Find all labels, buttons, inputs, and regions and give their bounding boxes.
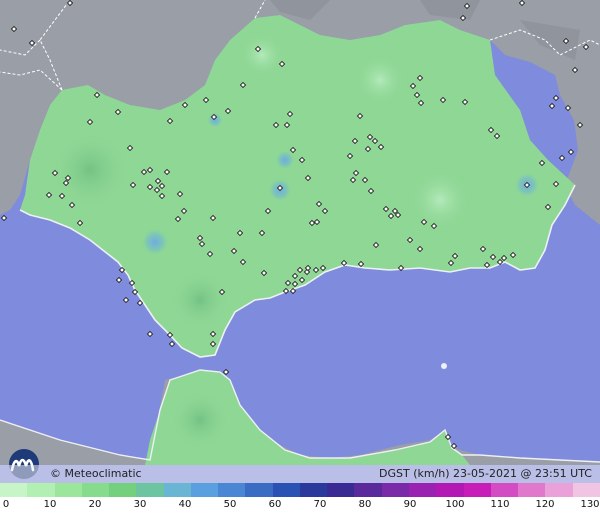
gust-zone xyxy=(240,33,284,77)
scale-swatch xyxy=(81,483,110,497)
scale-label: 100 xyxy=(445,499,465,510)
scale-swatch xyxy=(436,483,464,497)
scale-label: 20 xyxy=(88,499,102,510)
scale-swatch xyxy=(136,483,164,497)
scale-swatch xyxy=(327,483,355,497)
scale-swatch xyxy=(0,483,28,497)
scale-swatch xyxy=(163,483,191,497)
scale-labels: 0 10 20 30 40 50 60 70 80 90 100 110 120 130 xyxy=(0,499,600,515)
alboran-island xyxy=(441,363,447,369)
scale-label: 120 xyxy=(535,499,555,510)
scale-swatch xyxy=(109,483,137,497)
info-bar: © Meteoclimatic DGST (km/h) 23-05-2021 @… xyxy=(0,465,600,483)
scale-label: 60 xyxy=(268,499,282,510)
scale-swatch xyxy=(354,483,382,497)
time-label: 23:51 UTC xyxy=(534,467,592,480)
scale-swatch xyxy=(218,483,246,497)
scale-swatch xyxy=(572,483,600,497)
scale-bar xyxy=(0,483,600,497)
scale-swatch xyxy=(545,483,573,497)
product-info: DGST (km/h) 23-05-2021 @ 23:51 UTC xyxy=(379,467,592,480)
credit-label: © Meteoclimatic xyxy=(50,467,142,480)
gust-zone xyxy=(410,170,470,230)
scale-label: 40 xyxy=(178,499,192,510)
scale-label: 70 xyxy=(313,499,327,510)
wind-gust-map[interactable] xyxy=(0,0,600,465)
map-view[interactable]: © Meteoclimatic DGST (km/h) 23-05-2021 @… xyxy=(0,0,600,517)
scale-swatch xyxy=(408,483,437,497)
scale-label: 0 xyxy=(2,499,10,510)
scale-label: 110 xyxy=(490,499,510,510)
scale-swatch xyxy=(381,483,409,497)
scale-swatch xyxy=(463,483,491,497)
gust-zone xyxy=(207,112,223,128)
scale-swatch xyxy=(190,483,219,497)
gust-zone xyxy=(170,390,230,450)
gust-zone xyxy=(170,270,230,330)
scale-label: 80 xyxy=(358,499,372,510)
scale-swatch xyxy=(518,483,546,497)
scale-swatch xyxy=(299,483,328,497)
product-label: DGST (km/h) xyxy=(379,467,450,480)
scale-swatch xyxy=(54,483,82,497)
time-separator: @ xyxy=(520,467,532,480)
gust-zone xyxy=(355,55,405,105)
scale-label: 90 xyxy=(403,499,417,510)
scale-swatch xyxy=(490,483,519,497)
scale-label: 130 xyxy=(580,499,600,510)
scale-swatch xyxy=(245,483,273,497)
scale-label: 10 xyxy=(43,499,57,510)
scale-swatch xyxy=(27,483,55,497)
color-scale: 0 10 20 30 40 50 60 70 80 90 100 110 120 130 xyxy=(0,483,600,517)
scale-label: 30 xyxy=(133,499,147,510)
scale-label: 50 xyxy=(223,499,237,510)
gust-zone xyxy=(141,228,169,256)
date-label: 23-05-2021 xyxy=(453,467,517,480)
gust-zone xyxy=(275,150,295,170)
scale-swatch xyxy=(272,483,300,497)
